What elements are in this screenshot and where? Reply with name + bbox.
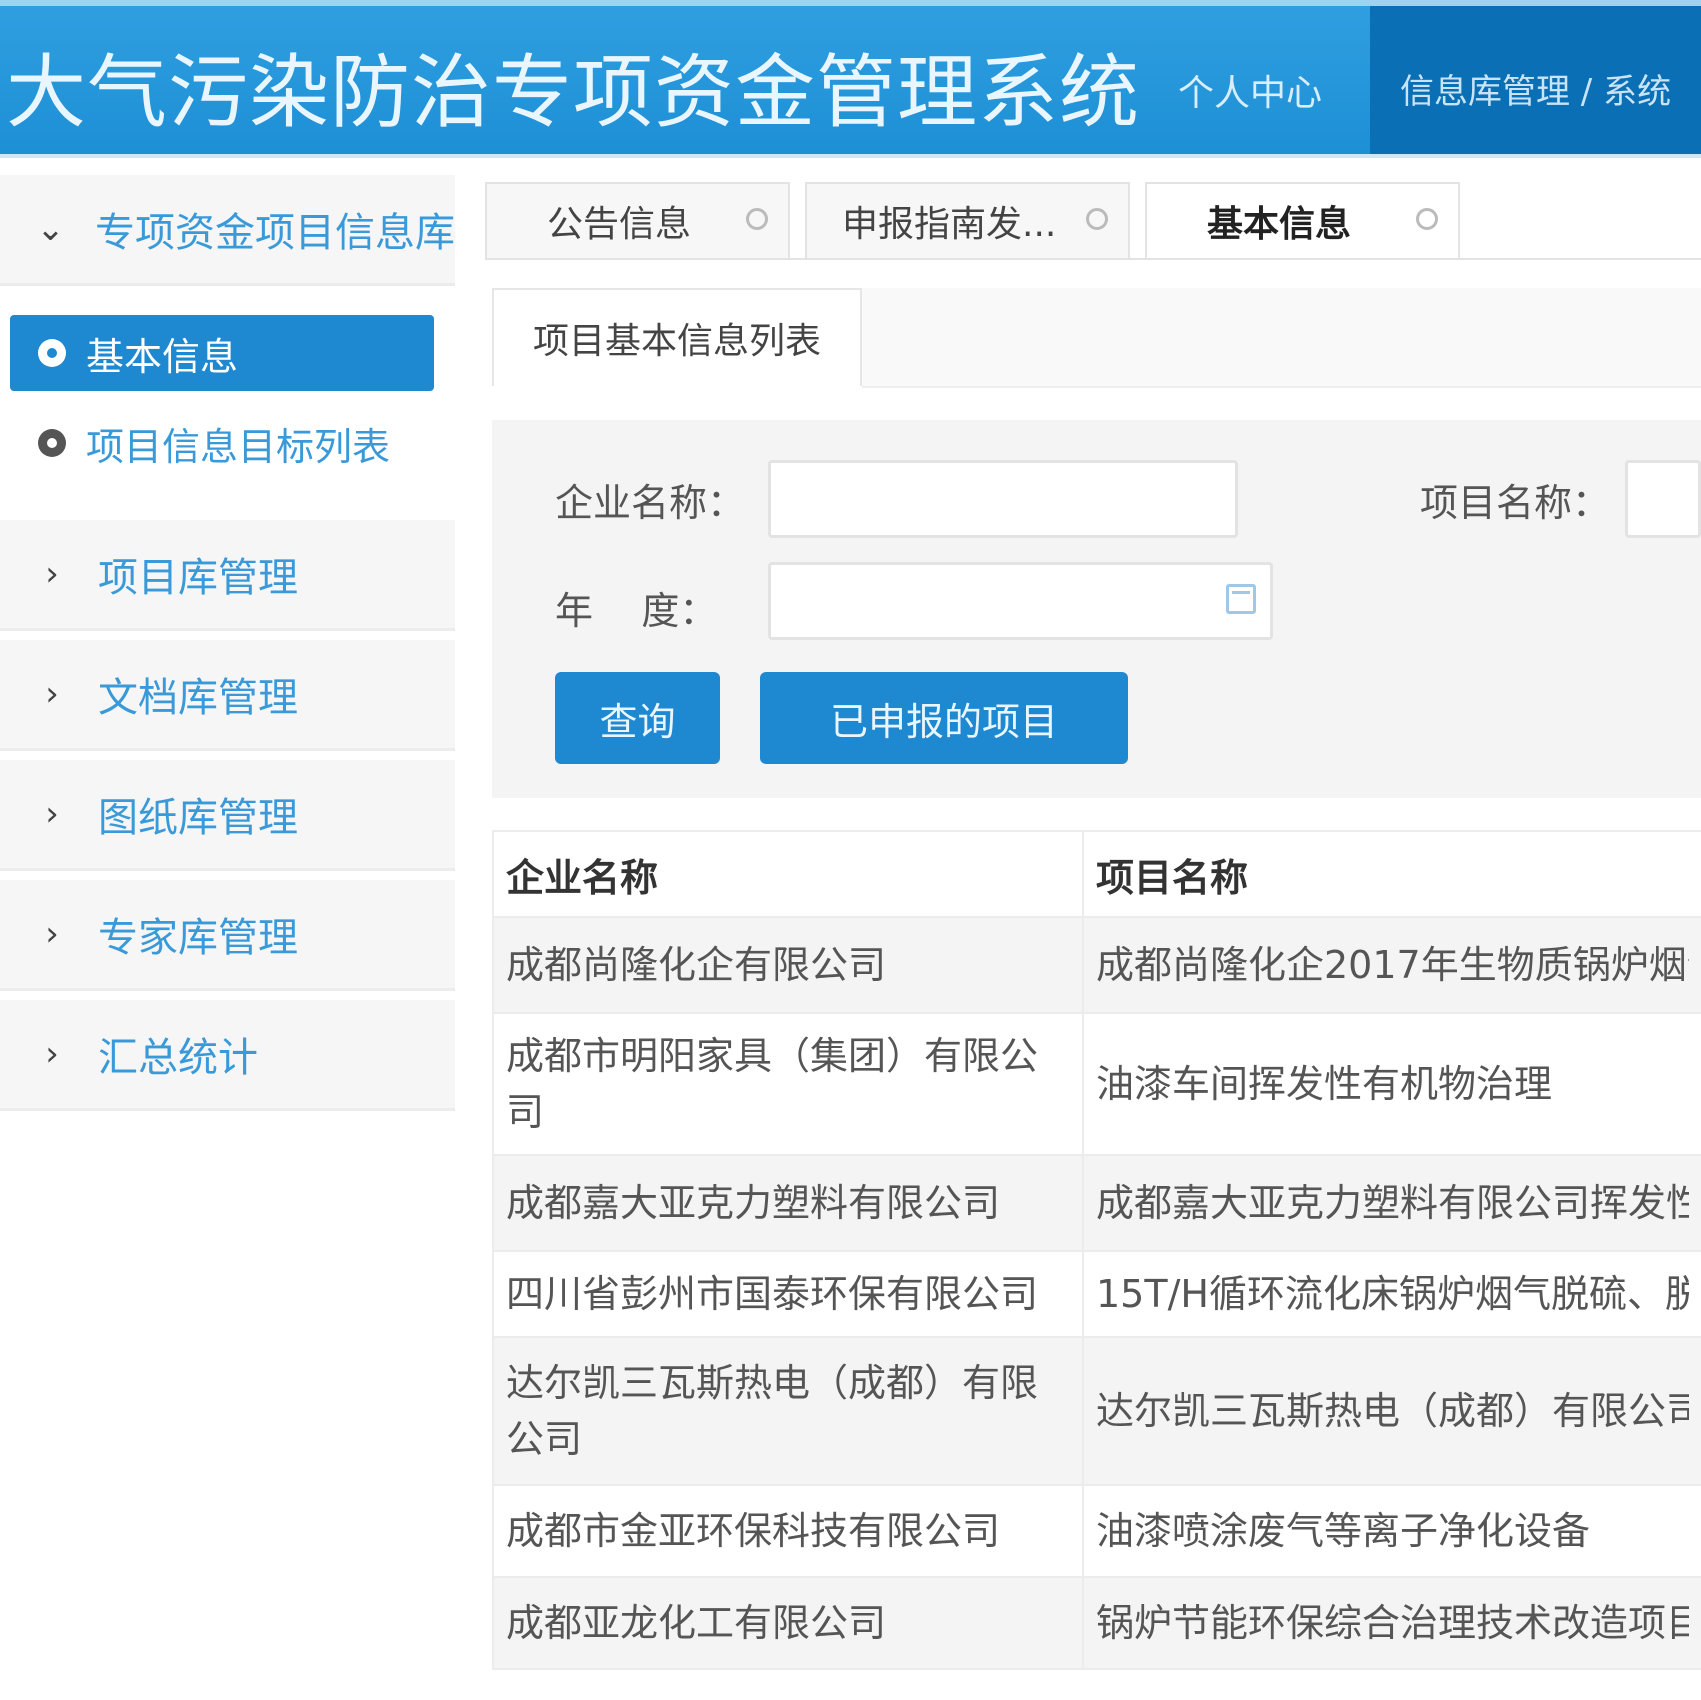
column-header-company[interactable]: 企业名称 bbox=[492, 830, 1084, 918]
project-name: 锅炉节能环保综合治理技术改造项目 bbox=[1096, 1601, 1689, 1645]
table-header-row: 企业名称 项目名称 bbox=[492, 830, 1701, 918]
project-name-input[interactable] bbox=[1625, 460, 1701, 538]
tab-divider bbox=[485, 258, 1701, 260]
year-input[interactable] bbox=[768, 562, 1273, 640]
sidebar-group-expert-db[interactable]: › 专家库管理 bbox=[0, 880, 455, 991]
sidebar-item-label: 项目信息目标列表 bbox=[86, 424, 391, 469]
tab-basic-info[interactable]: 基本信息 bbox=[1145, 182, 1460, 258]
company-cell: 四川省彭州市国泰环保有限公司 bbox=[492, 1250, 1084, 1338]
personal-center-link[interactable]: 个人中心 bbox=[1178, 64, 1322, 116]
company-cell: 成都市明阳家具（集团）有限公司 bbox=[492, 1012, 1084, 1156]
table-row[interactable]: 成都市明阳家具（集团）有限公司 油漆车间挥发性有机物治理 bbox=[492, 1012, 1701, 1156]
sidebar: ⌄ 专项资金项目信息库 基本信息 项目信息目标列表 › 项目库管理 › 文档库管… bbox=[0, 165, 460, 1195]
table-row[interactable]: 成都嘉大亚克力塑料有限公司 成都嘉大亚克力塑料有限公司挥发性有机物治理 bbox=[492, 1154, 1701, 1252]
chevron-right-icon: › bbox=[45, 1034, 59, 1074]
chevron-right-icon: › bbox=[45, 554, 59, 594]
project-name: 15T/H循环流化床锅炉烟气脱硫、脱硝改造 bbox=[1096, 1272, 1689, 1316]
sidebar-group-label: 专项资金项目信息库 bbox=[95, 210, 455, 256]
sidebar-group-project-db[interactable]: › 项目库管理 bbox=[0, 520, 455, 631]
sidebar-group-document-db[interactable]: › 文档库管理 bbox=[0, 640, 455, 751]
chevron-down-icon: ⌄ bbox=[36, 209, 65, 249]
chevron-right-icon: › bbox=[45, 914, 59, 954]
sidebar-group-summary-stats[interactable]: › 汇总统计 bbox=[0, 1000, 455, 1111]
project-cell: 油漆车间挥发性有机物治理 bbox=[1082, 1012, 1701, 1156]
project-name: 达尔凯三瓦斯热电（成都）有限公司烟气治理 bbox=[1096, 1389, 1689, 1433]
project-cell: 15T/H循环流化床锅炉烟气脱硫、脱硝改造 bbox=[1082, 1250, 1701, 1338]
project-name-label: 项目名称： bbox=[1420, 481, 1611, 525]
company-cell: 成都亚龙化工有限公司 bbox=[492, 1576, 1084, 1670]
declared-projects-button[interactable]: 已申报的项目 bbox=[760, 672, 1128, 764]
table-row[interactable]: 成都亚龙化工有限公司 锅炉节能环保综合治理技术改造项目 bbox=[492, 1576, 1701, 1670]
close-icon[interactable] bbox=[1416, 208, 1438, 230]
sidebar-group-label: 汇总统计 bbox=[98, 1035, 258, 1081]
sidebar-item-basic-info[interactable]: 基本信息 bbox=[10, 315, 434, 391]
project-cell: 锅炉节能环保综合治理技术改造项目 bbox=[1082, 1576, 1701, 1670]
tab-label: 基本信息 bbox=[1207, 204, 1352, 245]
project-table: 企业名称 项目名称 成都尚隆化企有限公司 成都尚隆化企2017年生物质锅炉烟气治… bbox=[492, 830, 1701, 1670]
app-title: 大气污染防治专项资金管理系统 bbox=[6, 46, 1140, 139]
company-cell: 成都市金亚环保科技有限公司 bbox=[492, 1484, 1084, 1578]
query-button[interactable]: 查询 bbox=[555, 672, 720, 764]
sidebar-group-drawing-db[interactable]: › 图纸库管理 bbox=[0, 760, 455, 871]
chevron-right-icon: › bbox=[45, 794, 59, 834]
company-cell: 成都嘉大亚克力塑料有限公司 bbox=[492, 1154, 1084, 1252]
table-row[interactable]: 四川省彭州市国泰环保有限公司 15T/H循环流化床锅炉烟气脱硫、脱硝改造 bbox=[492, 1250, 1701, 1338]
close-icon[interactable] bbox=[1086, 208, 1108, 230]
project-name: 成都尚隆化企2017年生物质锅炉烟气治理 bbox=[1096, 943, 1689, 987]
table-row[interactable]: 达尔凯三瓦斯热电（成都）有限公司 达尔凯三瓦斯热电（成都）有限公司烟气治理 bbox=[492, 1336, 1701, 1486]
project-cell: 成都嘉大亚克力塑料有限公司挥发性有机物治理 bbox=[1082, 1154, 1701, 1252]
project-cell: 达尔凯三瓦斯热电（成都）有限公司烟气治理 bbox=[1082, 1336, 1701, 1486]
company-name: 成都嘉大亚克力塑料有限公司 bbox=[506, 1181, 1001, 1225]
app-header: 大气污染防治专项资金管理系统 个人中心 信息库管理 / 系统 bbox=[0, 0, 1701, 158]
company-name: 成都市明阳家具（集团）有限公司 bbox=[506, 1034, 1039, 1134]
tab-announcements[interactable]: 公告信息 bbox=[485, 182, 790, 258]
sidebar-group-label: 文档库管理 bbox=[98, 675, 298, 721]
calendar-icon[interactable] bbox=[1226, 584, 1256, 614]
circle-icon bbox=[38, 339, 66, 367]
column-header-project[interactable]: 项目名称 bbox=[1082, 830, 1701, 918]
sidebar-item-label: 基本信息 bbox=[86, 334, 239, 379]
project-name: 成都嘉大亚克力塑料有限公司挥发性有机物治理 bbox=[1096, 1181, 1689, 1225]
circle-icon bbox=[38, 429, 66, 457]
tab-guide[interactable]: 申报指南发... bbox=[805, 182, 1130, 258]
company-name: 成都市金亚环保科技有限公司 bbox=[506, 1509, 1001, 1553]
year-label: 年 度： bbox=[555, 589, 718, 633]
sidebar-group-label: 图纸库管理 bbox=[98, 795, 298, 841]
company-name: 达尔凯三瓦斯热电（成都）有限公司 bbox=[506, 1361, 1039, 1461]
company-name: 四川省彭州市国泰环保有限公司 bbox=[506, 1272, 1039, 1316]
user-menu[interactable]: 信息库管理 / 系统 bbox=[1370, 6, 1701, 154]
tab-label: 公告信息 bbox=[547, 204, 692, 245]
project-name: 油漆车间挥发性有机物治理 bbox=[1096, 1062, 1553, 1106]
project-cell: 成都尚隆化企2017年生物质锅炉烟气治理 bbox=[1082, 916, 1701, 1014]
company-cell: 达尔凯三瓦斯热电（成都）有限公司 bbox=[492, 1336, 1084, 1486]
table-row[interactable]: 成都市金亚环保科技有限公司 油漆喷涂废气等离子净化设备 bbox=[492, 1484, 1701, 1578]
project-cell: 油漆喷涂废气等离子净化设备 bbox=[1082, 1484, 1701, 1578]
table-row[interactable]: 成都尚隆化企有限公司 成都尚隆化企2017年生物质锅炉烟气治理 bbox=[492, 916, 1701, 1014]
company-name-label: 企业名称： bbox=[555, 481, 746, 525]
project-name: 油漆喷涂废气等离子净化设备 bbox=[1096, 1509, 1591, 1553]
panel-title: 项目基本信息列表 bbox=[492, 288, 862, 386]
panel-header-strip bbox=[862, 288, 1701, 388]
sidebar-group-label: 项目库管理 bbox=[98, 555, 298, 601]
chevron-right-icon: › bbox=[45, 674, 59, 714]
sidebar-group-fund-project-db[interactable]: ⌄ 专项资金项目信息库 bbox=[0, 175, 455, 286]
company-name: 成都亚龙化工有限公司 bbox=[506, 1601, 887, 1645]
company-cell: 成都尚隆化企有限公司 bbox=[492, 916, 1084, 1014]
tab-label: 申报指南发... bbox=[842, 204, 1057, 245]
company-name-input[interactable] bbox=[768, 460, 1238, 538]
sidebar-group-label: 专家库管理 bbox=[98, 915, 298, 961]
close-icon[interactable] bbox=[746, 208, 768, 230]
company-name: 成都尚隆化企有限公司 bbox=[506, 943, 887, 987]
sidebar-item-project-targets[interactable]: 项目信息目标列表 bbox=[10, 405, 434, 481]
